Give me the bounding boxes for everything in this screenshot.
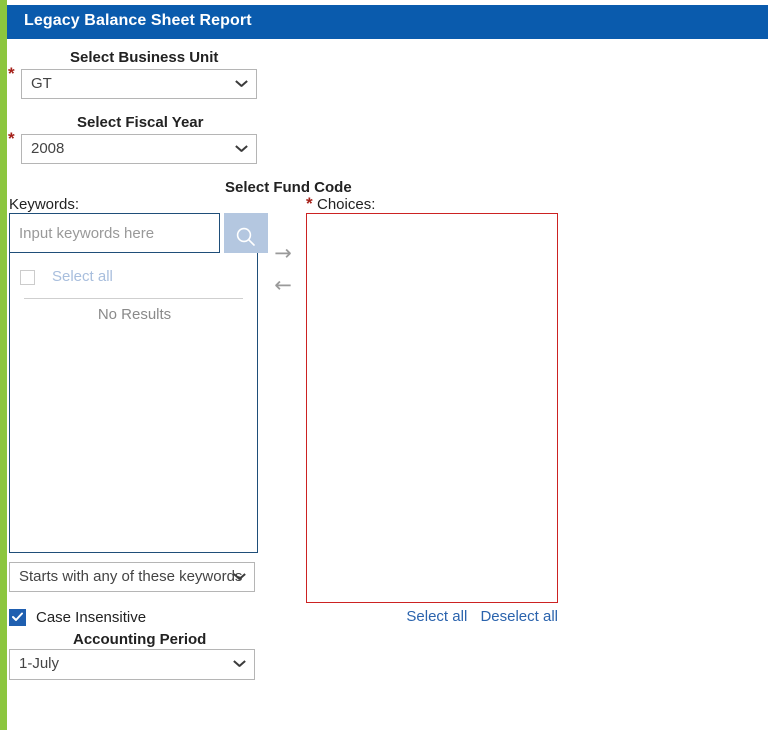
keyword-match-mode-value: Starts with any of these keywords [19,568,243,585]
choices-select-all-link[interactable]: Select all [406,608,467,625]
keyword-results-panel: Select all No Results [9,253,258,553]
keywords-label: Keywords: [9,196,80,213]
arrow-right-icon: → [274,241,292,265]
fiscal-year-required-asterisk: * [8,129,15,148]
chevron-down-icon [236,80,247,87]
checkmark-icon [9,612,26,622]
fiscal-year-label: Select Fiscal Year [77,114,204,131]
choices-panel[interactable] [306,213,558,603]
business-unit-required-asterisk: * [8,64,15,83]
chevron-down-icon [236,145,247,152]
app-header: Legacy Balance Sheet Report [7,5,768,39]
accounting-period-select[interactable]: 1-July [9,649,255,680]
accounting-period-value: 1-July [19,655,60,672]
results-select-all-label: Select all [52,268,113,285]
remove-from-choices-button[interactable]: ← [268,273,298,297]
keyword-match-mode-select[interactable]: Starts with any of these keywords [9,562,255,592]
chevron-down-icon [234,660,245,667]
fiscal-year-value: 2008 [31,140,65,157]
keyword-search-group [9,213,268,253]
keyword-search-button[interactable] [224,213,268,253]
fund-code-label: Select Fund Code [225,179,352,196]
left-accent-rail [0,0,7,730]
choices-required-asterisk: * [306,194,313,213]
chevron-down-icon [234,573,245,580]
fiscal-year-select[interactable]: 2008 [21,134,257,164]
choices-deselect-all-link[interactable]: Deselect all [480,608,558,625]
business-unit-select[interactable]: GT [21,69,257,99]
results-select-all-checkbox[interactable] [20,270,35,285]
arrow-left-icon: ← [274,273,292,297]
results-empty-message: No Results [97,306,172,323]
results-select-all-row[interactable]: Select all [10,267,257,293]
results-divider [24,298,243,299]
add-to-choices-button[interactable]: → [268,241,298,265]
case-insensitive-label: Case Insensitive [36,609,147,626]
case-insensitive-checkbox[interactable] [9,609,26,626]
search-icon [224,225,268,249]
keyword-search-input[interactable] [9,213,220,253]
business-unit-value: GT [31,75,52,92]
choices-actions: Select all Deselect all [306,608,558,625]
accounting-period-label: Accounting Period [73,631,207,648]
business-unit-label: Select Business Unit [70,49,219,66]
page-title: Legacy Balance Sheet Report [24,12,252,29]
choices-label: Choices: [317,196,376,213]
